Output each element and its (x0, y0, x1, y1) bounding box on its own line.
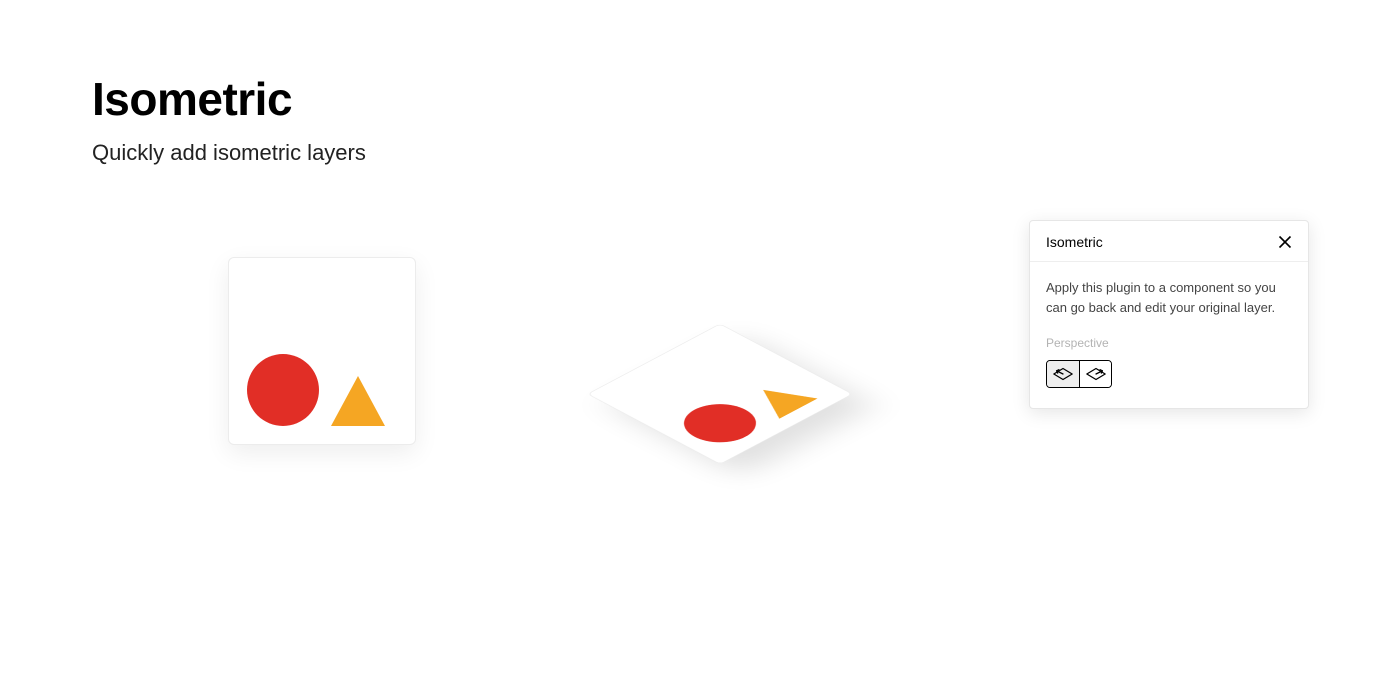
plugin-panel-description: Apply this plugin to a component so you … (1046, 278, 1292, 318)
heading-block: Isometric Quickly add isometric layers (92, 72, 366, 166)
perspective-right-button[interactable] (1079, 361, 1111, 387)
page-subtitle: Quickly add isometric layers (92, 140, 366, 166)
plugin-panel: Isometric Apply this plugin to a compone… (1029, 220, 1309, 409)
example-flat-card (228, 257, 416, 445)
plugin-panel-body: Apply this plugin to a component so you … (1030, 262, 1308, 408)
close-icon (1278, 235, 1292, 249)
page-title: Isometric (92, 72, 366, 126)
red-circle-icon (247, 354, 319, 426)
example-isometric-wrapper (580, 300, 860, 500)
perspective-label: Perspective (1046, 336, 1292, 350)
perspective-button-group (1046, 360, 1112, 388)
plugin-panel-title: Isometric (1046, 234, 1103, 250)
page-root: Isometric Quickly add isometric layers I… (0, 0, 1400, 700)
close-button[interactable] (1276, 233, 1294, 251)
perspective-left-icon (1052, 366, 1074, 382)
perspective-right-icon (1085, 366, 1107, 382)
example-isometric-card (587, 324, 853, 465)
orange-triangle-icon (331, 376, 385, 426)
plugin-panel-header: Isometric (1030, 221, 1308, 262)
perspective-left-button[interactable] (1047, 361, 1079, 387)
orange-triangle-icon (744, 380, 818, 419)
